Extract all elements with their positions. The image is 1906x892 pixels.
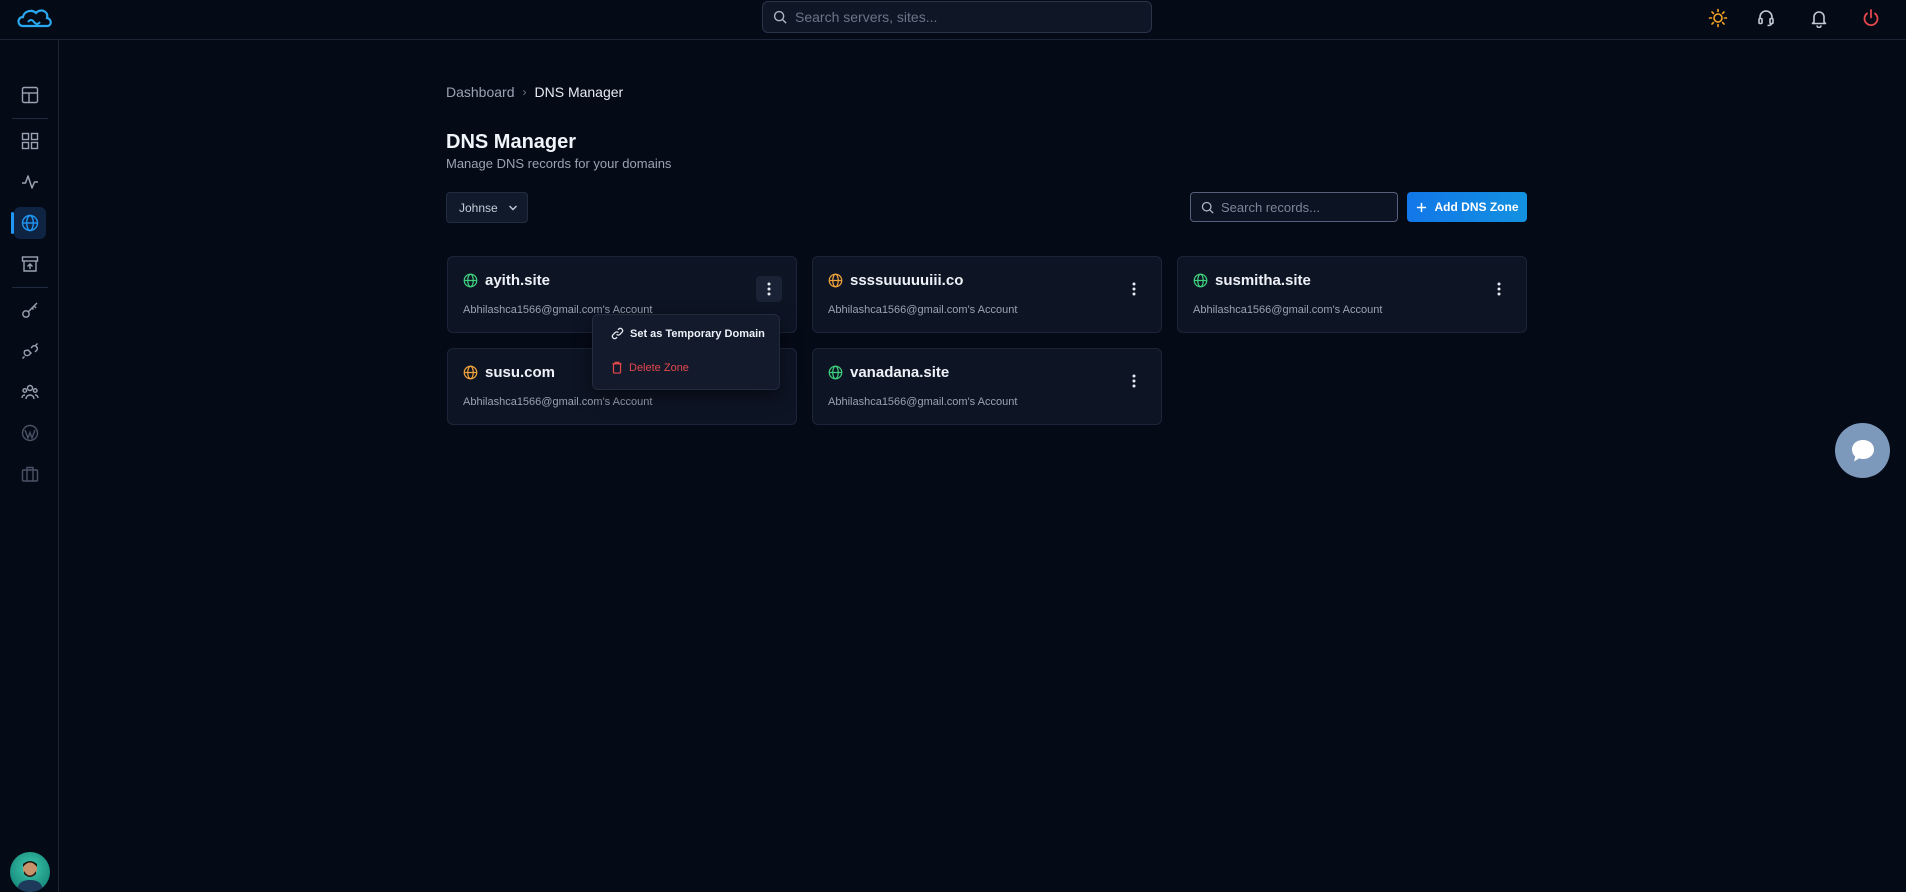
globe-icon	[828, 365, 843, 380]
app-logo-icon[interactable]	[14, 5, 54, 33]
globe-icon	[1193, 273, 1208, 288]
globe-icon	[21, 214, 39, 232]
sidebar-item-keys[interactable]	[14, 294, 46, 326]
page-subtitle: Manage DNS records for your domains	[446, 156, 672, 171]
sun-icon	[1708, 8, 1728, 28]
records-search-input[interactable]	[1221, 199, 1391, 215]
sidebar-item-briefcase[interactable]	[14, 458, 46, 490]
zone-more-button[interactable]	[1486, 276, 1512, 302]
globe-icon	[828, 273, 843, 288]
delete-zone-menu-item[interactable]: Delete Zone	[611, 361, 689, 374]
plug-icon	[22, 343, 38, 359]
zone-context-menu: Set as Temporary Domain Delete Zone	[592, 314, 780, 390]
notifications-button[interactable]	[1807, 6, 1831, 30]
chevron-right-icon: ›	[522, 85, 527, 99]
avatar-portrait-icon	[17, 861, 43, 892]
sidebar-divider	[12, 287, 48, 288]
sidebar	[0, 40, 59, 892]
sidebar-item-wordpress[interactable]	[14, 417, 46, 449]
zone-name[interactable]: ssssuuuuuiii.co	[850, 272, 963, 289]
zone-card[interactable]: susmitha.site Abhilashca1566@gmail.com's …	[1177, 256, 1527, 333]
zone-account: Abhilashca1566@gmail.com's Account	[463, 396, 653, 408]
breadcrumb-link-dashboard[interactable]: Dashboard	[446, 84, 515, 100]
global-search[interactable]	[762, 1, 1152, 33]
zone-name[interactable]: vanadana.site	[850, 364, 949, 381]
more-vertical-icon	[1132, 374, 1136, 388]
sidebar-item-backups[interactable]	[14, 248, 46, 280]
more-vertical-icon	[1132, 282, 1136, 296]
set-temporary-domain-menu-item[interactable]: Set as Temporary Domain	[611, 327, 765, 340]
chat-icon	[1851, 439, 1874, 461]
account-select[interactable]: Johnse	[446, 192, 528, 223]
zone-more-button[interactable]	[1121, 276, 1147, 302]
account-select-value: Johnse	[459, 200, 498, 215]
zone-account: Abhilashca1566@gmail.com's Account	[828, 304, 1018, 316]
more-vertical-icon	[767, 282, 771, 296]
grid-icon	[21, 132, 39, 150]
globe-icon	[463, 273, 478, 288]
more-vertical-icon	[1497, 282, 1501, 296]
sidebar-item-team[interactable]	[14, 376, 46, 408]
records-search[interactable]	[1190, 192, 1398, 222]
add-dns-zone-button[interactable]: Add DNS Zone	[1407, 192, 1527, 222]
sidebar-divider	[12, 118, 48, 119]
breadcrumb: Dashboard › DNS Manager	[446, 84, 623, 100]
sidebar-item-dashboard[interactable]	[14, 79, 46, 111]
page-title: DNS Manager	[446, 131, 577, 153]
zone-name[interactable]: ayith.site	[485, 272, 550, 289]
wordpress-icon	[21, 424, 39, 442]
sidebar-item-integrations[interactable]	[14, 335, 46, 367]
delete-zone-label: Delete Zone	[629, 361, 689, 374]
power-icon	[1863, 9, 1879, 27]
users-icon	[21, 384, 39, 400]
headset-icon	[1758, 10, 1774, 27]
logout-button[interactable]	[1859, 6, 1883, 30]
sidebar-item-monitoring[interactable]	[14, 166, 46, 198]
layout-dashboard-icon	[21, 86, 39, 104]
link-icon	[611, 327, 624, 340]
zone-more-button[interactable]	[1121, 368, 1147, 394]
activity-icon	[22, 175, 38, 189]
sidebar-item-dns[interactable]	[14, 207, 46, 239]
global-search-input[interactable]	[795, 9, 1125, 25]
trash-icon	[612, 361, 622, 374]
zone-account: Abhilashca1566@gmail.com's Account	[1193, 304, 1383, 316]
key-icon	[22, 302, 38, 318]
sidebar-item-apps[interactable]	[14, 125, 46, 157]
search-icon	[773, 10, 787, 24]
search-icon	[1201, 201, 1214, 214]
set-temporary-domain-label: Set as Temporary Domain	[630, 327, 765, 340]
user-avatar[interactable]	[10, 852, 50, 892]
globe-icon	[463, 365, 478, 380]
theme-toggle-button[interactable]	[1706, 6, 1730, 30]
zone-name[interactable]: susu.com	[485, 364, 555, 381]
briefcase-icon	[21, 466, 39, 482]
add-dns-zone-label: Add DNS Zone	[1434, 200, 1519, 214]
support-button[interactable]	[1754, 6, 1778, 30]
zone-card[interactable]: vanadana.site Abhilashca1566@gmail.com's …	[812, 348, 1162, 425]
plus-icon	[1416, 202, 1426, 212]
archive-upload-icon	[21, 256, 39, 272]
chat-widget-button[interactable]	[1835, 423, 1890, 478]
bell-icon	[1811, 11, 1827, 28]
zone-name[interactable]: susmitha.site	[1215, 272, 1311, 289]
zone-more-button[interactable]	[756, 276, 782, 302]
zone-card[interactable]: ssssuuuuuiii.co Abhilashca1566@gmail.com'…	[812, 256, 1162, 333]
zone-account: Abhilashca1566@gmail.com's Account	[828, 396, 1018, 408]
breadcrumb-current: DNS Manager	[534, 84, 624, 100]
chevron-down-icon	[508, 205, 517, 210]
top-bar	[0, 0, 1906, 40]
